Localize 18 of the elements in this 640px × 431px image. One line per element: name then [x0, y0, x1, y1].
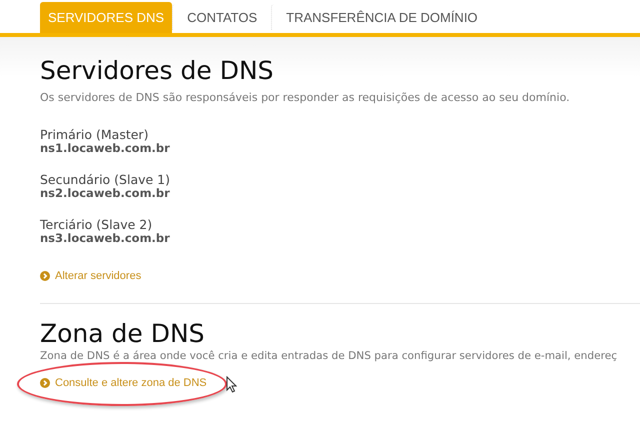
- section-description: Os servidores de DNS são responsáveis por responder as requisições de acesso ao seu domínio.: [40, 91, 571, 104]
- server-host: ns1.locaweb.com.br: [40, 142, 171, 155]
- server-label: Primário (Master): [40, 127, 150, 142]
- server-host: ns2.locaweb.com.br: [40, 187, 171, 200]
- section-description: Zona de DNS é a área onde você cria e edita entradas de DNS para configurar servidores de e-mail, endereç: [40, 350, 618, 362]
- chevron-circle-icon: [40, 378, 50, 388]
- server-label: Terciário (Slave 2): [40, 217, 154, 232]
- section-title: Servidores de DNS: [40, 55, 275, 87]
- server-host: ns3.locaweb.com.br: [40, 232, 171, 245]
- section-title: Zona de DNS: [40, 318, 206, 350]
- change-servers-link[interactable]: Alterar servidores: [40, 270, 142, 282]
- tab[interactable]: SERVIDORES DNS: [40, 2, 172, 33]
- chevron-circle-icon: [40, 271, 50, 281]
- cursor-icon: [226, 376, 237, 393]
- tab[interactable]: TRANSFERÊNCIA DE DOMÍNIO: [271, 4, 492, 30]
- server-label: Secundário (Slave 1): [40, 172, 172, 187]
- tab[interactable]: CONTATOS: [172, 4, 272, 30]
- zone-link[interactable]: Consulte e altere zona de DNS: [40, 377, 207, 389]
